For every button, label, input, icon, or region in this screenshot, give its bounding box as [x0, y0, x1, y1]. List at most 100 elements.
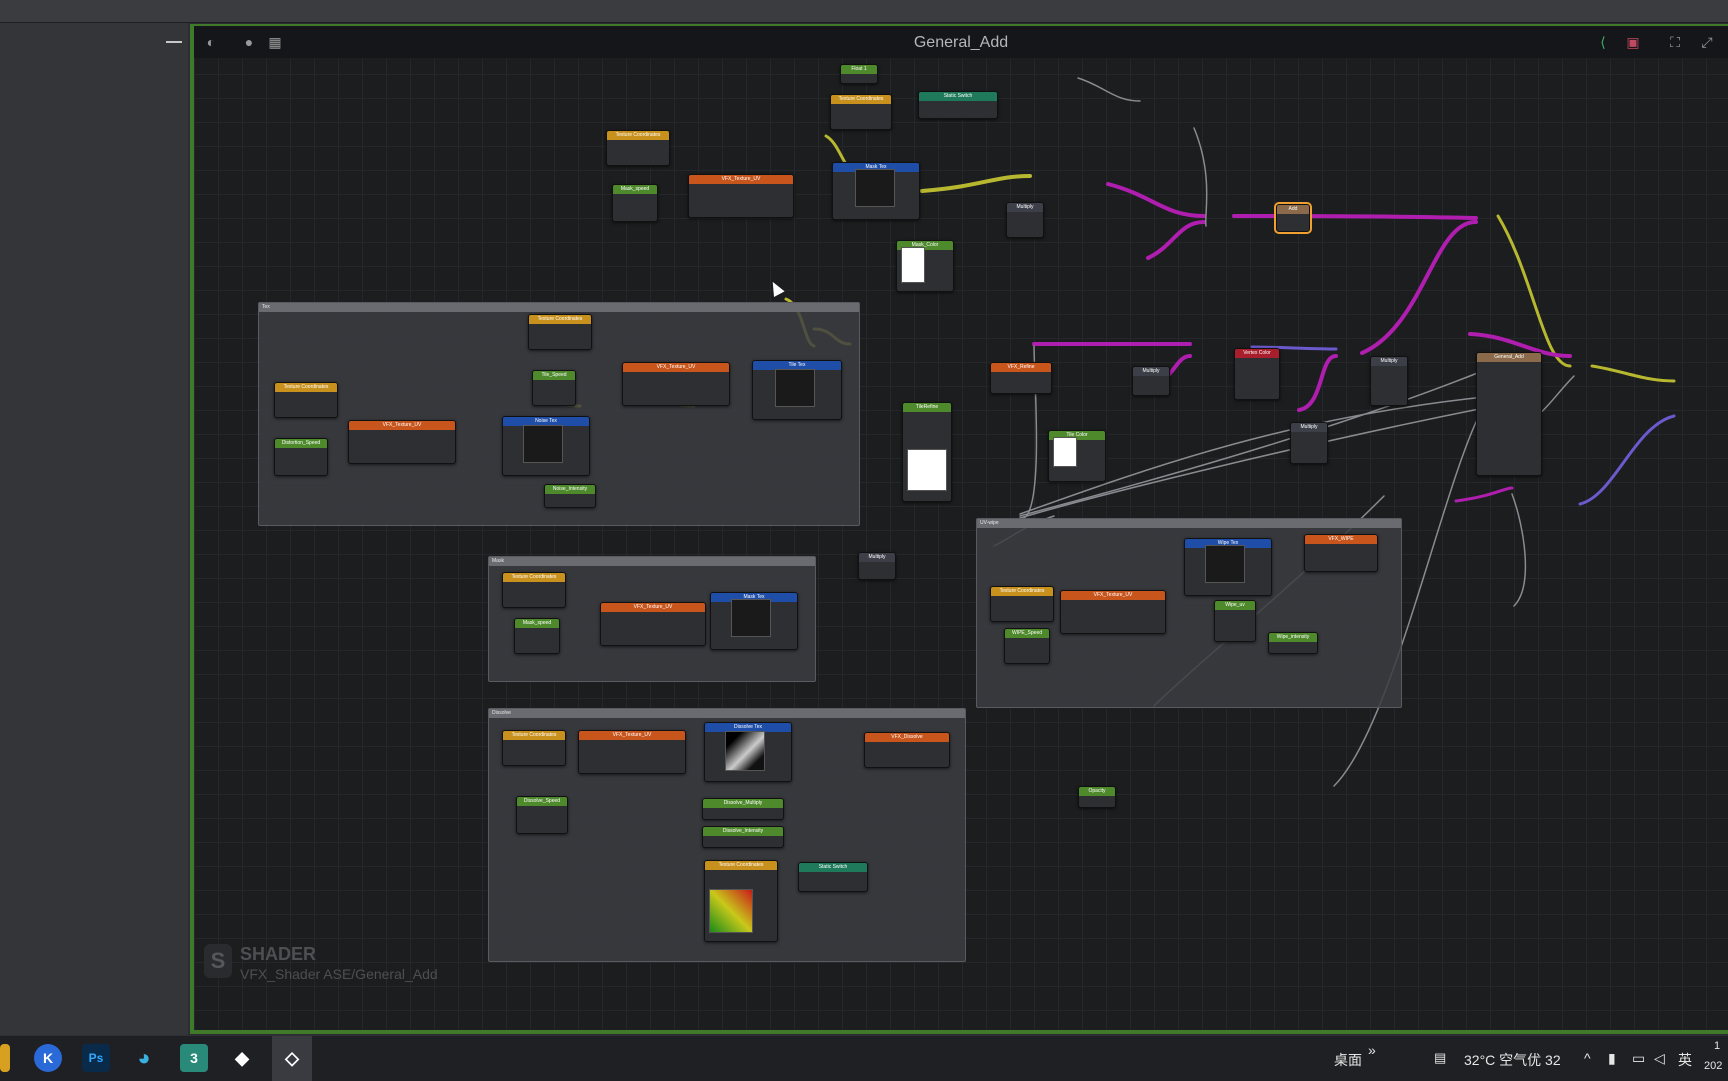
color-swatch: [1053, 437, 1077, 467]
node-title: Wipe_intensity: [1269, 633, 1317, 642]
share-icon[interactable]: ⟨: [1592, 32, 1614, 52]
node-vfx-texture-uv[interactable]: VFX_Texture_UV: [578, 730, 686, 774]
fit-view-icon[interactable]: ⛶: [1664, 32, 1686, 52]
camera-icon[interactable]: ▣: [1622, 32, 1644, 52]
node-dissolve-intensity[interactable]: Dissolve_Intensity: [702, 826, 784, 848]
node-static-switch-top[interactable]: Static Switch: [918, 91, 998, 119]
node-multiply[interactable]: Multiply: [858, 552, 896, 580]
node-title: Texture Coordinates: [991, 587, 1053, 596]
shader-title: General_Add: [913, 34, 1009, 51]
node-vfx-texture-uv[interactable]: VFX_Texture_UV: [622, 362, 730, 406]
node-add[interactable]: Add: [1276, 204, 1310, 232]
node-title: Mask_speed: [515, 619, 559, 628]
node-vfx-refine[interactable]: VFX_Refine: [990, 362, 1052, 394]
node-title: Static Switch: [919, 92, 997, 101]
texture-preview: [775, 369, 815, 407]
node-tile-refine[interactable]: TileRefine: [902, 402, 952, 502]
desktop-toolbar-label[interactable]: 桌面: [1334, 1050, 1362, 1070]
texture-preview: [725, 731, 765, 771]
node-float-1[interactable]: Float 1: [840, 64, 878, 84]
unity-hub-icon[interactable]: ◆: [228, 1044, 256, 1072]
node-mask-color[interactable]: Mask_Color: [896, 240, 954, 292]
node-texture-coordinates[interactable]: Texture Coordinates: [990, 586, 1054, 622]
node-texture-coordinates[interactable]: Texture Coordinates: [830, 94, 892, 130]
edge-browser-icon[interactable]: ◕: [130, 1044, 158, 1072]
node-title: Dissolve_Intensity: [703, 827, 783, 836]
node-multiply[interactable]: Multiply: [1370, 356, 1408, 406]
node-tile-speed[interactable]: Tile_Speed: [532, 370, 576, 406]
node-opacity[interactable]: Opacity: [1078, 786, 1116, 808]
node-multiply[interactable]: Multiply: [1290, 422, 1328, 464]
node-texture-coordinates[interactable]: Texture Coordinates: [274, 382, 338, 418]
window-top-bar: [0, 0, 1728, 23]
node-static-switch[interactable]: Static Switch: [798, 862, 868, 892]
gradient-preview: [709, 889, 753, 933]
clock-time[interactable]: 1: [1714, 1040, 1720, 1052]
node-dissolve-speed[interactable]: Dissolve_Speed: [516, 796, 568, 834]
canvas-header: ◐ ● ▦ General_Add ⟨ ▣ ⛶ ⤢: [194, 26, 1728, 58]
node-vertex-color[interactable]: Vertex Color: [1234, 348, 1280, 400]
node-distortion-speed[interactable]: Distortion_Speed: [274, 438, 328, 476]
node-texture-coordinates[interactable]: Texture Coordinates: [704, 860, 778, 942]
group-title: Mask: [489, 557, 815, 566]
k-app-icon[interactable]: K: [34, 1044, 62, 1072]
node-vfx-texture-uv[interactable]: VFX_Texture_UV: [348, 420, 456, 464]
node-tile-tex[interactable]: Tile Tex: [752, 360, 842, 420]
node-texture-coordinates[interactable]: Texture Coordinates: [606, 130, 670, 166]
node-title: Texture Coordinates: [831, 95, 891, 104]
microphone-icon[interactable]: ▮: [1608, 1050, 1616, 1067]
node-tile-color[interactable]: Tile Color: [1048, 430, 1106, 482]
node-vfx-dissolve[interactable]: VFX_Dissolve: [864, 732, 950, 768]
network-icon[interactable]: ▭: [1632, 1050, 1645, 1067]
node-title: VFX_Texture_UV: [579, 731, 685, 740]
node-wipe-uv[interactable]: Wipe_uv: [1214, 600, 1256, 642]
node-title: Opacity: [1079, 787, 1115, 796]
node-vfx-texture-uv[interactable]: VFX_Texture_UV: [1060, 590, 1166, 634]
ime-indicator[interactable]: 英: [1678, 1050, 1692, 1070]
node-title: Texture Coordinates: [503, 731, 565, 740]
node-title: Multiply: [859, 553, 895, 562]
node-vfx-texture-uv[interactable]: VFX_Texture_UV: [688, 174, 794, 218]
toolbar-chevron[interactable]: »: [1368, 1042, 1376, 1058]
node-dissolve-tex[interactable]: Dissolve Tex: [704, 722, 792, 782]
news-widget-icon[interactable]: ▤: [1434, 1050, 1446, 1066]
expand-icon[interactable]: ⤢: [1696, 32, 1718, 52]
node-texture-coordinates[interactable]: Texture Coordinates: [502, 730, 566, 766]
node-vfx-texture-uv[interactable]: VFX_Texture_UV: [600, 602, 706, 646]
tray-chevron-up-icon[interactable]: ^: [1584, 1050, 1591, 1066]
node-mask-speed[interactable]: Mask_speed: [612, 184, 658, 222]
node-noise-tex[interactable]: Noise Tex: [502, 416, 590, 476]
node-title: Noise_Intensity: [545, 485, 595, 494]
node-title: Vertex Color: [1235, 349, 1279, 358]
node-multiply[interactable]: Multiply: [1006, 202, 1044, 238]
node-graph-canvas[interactable]: ◐ ● ▦ General_Add ⟨ ▣ ⛶ ⤢ Tex Mask Disso…: [190, 24, 1728, 1034]
minimize-icon[interactable]: [166, 41, 182, 43]
node-title: Static Switch: [799, 863, 867, 872]
3ds-max-icon[interactable]: 3: [180, 1044, 208, 1072]
node-vfx-wipe[interactable]: VFX_WIPE: [1304, 534, 1378, 572]
node-wipe-intensity[interactable]: Wipe_intensity: [1268, 632, 1318, 654]
group-title: Tex: [259, 303, 859, 312]
unity-editor-icon[interactable]: ◇: [278, 1044, 306, 1072]
node-noise-intensity[interactable]: Noise_Intensity: [544, 484, 596, 508]
node-dissolve-multiply[interactable]: Dissolve_Multiply: [702, 798, 784, 820]
node-mask-speed[interactable]: Mask_speed: [514, 618, 560, 654]
node-mask-tex[interactable]: Mask Tex: [832, 162, 920, 220]
node-mask-tex[interactable]: Mask Tex: [710, 592, 798, 650]
photoshop-icon[interactable]: Ps: [82, 1044, 110, 1072]
node-wipe-speed[interactable]: WIPE_Speed: [1004, 628, 1050, 664]
node-texture-coordinates[interactable]: Texture Coordinates: [528, 314, 592, 350]
weather-widget[interactable]: 32°C 空气优 32: [1464, 1050, 1561, 1070]
node-title: Dissolve_Multiply: [703, 799, 783, 808]
node-general-add-output[interactable]: General_Add: [1476, 352, 1542, 476]
file-explorer-icon[interactable]: [0, 1044, 10, 1072]
node-wipe-tex[interactable]: Wipe Tex: [1184, 538, 1272, 596]
node-title: Multiply: [1291, 423, 1327, 432]
node-texture-coordinates[interactable]: Texture Coordinates: [502, 572, 566, 608]
node-title: VFX_Refine: [991, 363, 1051, 372]
watermark-title: SHADER: [240, 944, 317, 964]
node-multiply[interactable]: Multiply: [1132, 366, 1170, 396]
node-title: VFX_Dissolve: [865, 733, 949, 742]
volume-icon[interactable]: ◁: [1654, 1050, 1665, 1067]
clock-date[interactable]: 202: [1704, 1060, 1722, 1072]
